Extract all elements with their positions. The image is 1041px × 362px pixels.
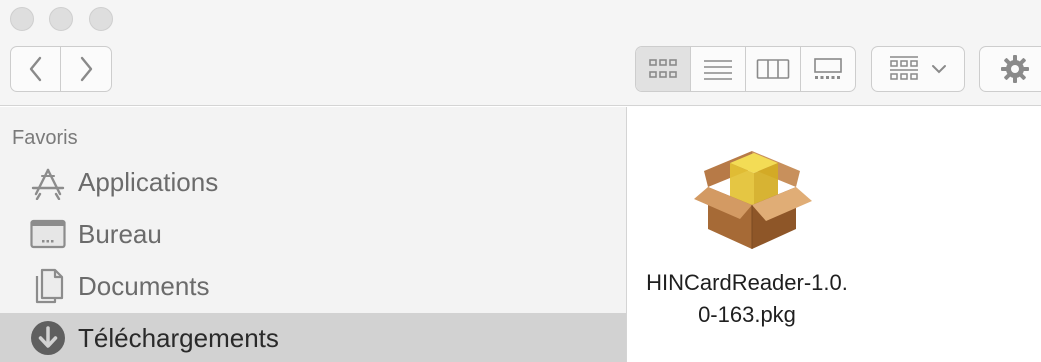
view-mode-selector bbox=[635, 46, 856, 92]
sidebar-item-documents[interactable]: Documents bbox=[0, 261, 626, 311]
sidebar: Favoris Applications Bureau Documents Té… bbox=[0, 107, 627, 362]
zoom-window-button[interactable] bbox=[89, 7, 113, 31]
chevron-left-icon bbox=[29, 56, 41, 82]
forward-button[interactable] bbox=[60, 46, 112, 92]
sidebar-item-bureau[interactable]: Bureau bbox=[0, 209, 626, 259]
downloads-icon bbox=[28, 318, 68, 358]
icon-view-icon bbox=[649, 59, 677, 78]
column-view-icon bbox=[756, 59, 790, 79]
action-menu-button[interactable] bbox=[979, 46, 1041, 92]
icon-view-button[interactable] bbox=[636, 47, 691, 91]
file-name: HINCardReader-1.0.0-163.pkg bbox=[646, 270, 848, 327]
close-window-button[interactable] bbox=[10, 7, 34, 31]
minimize-window-button[interactable] bbox=[49, 7, 73, 31]
applications-icon bbox=[28, 162, 68, 202]
group-by-button[interactable] bbox=[871, 46, 965, 92]
sidebar-heading-favorites: Favoris bbox=[12, 127, 78, 149]
back-button[interactable] bbox=[10, 46, 61, 92]
package-icon bbox=[694, 151, 812, 249]
list-view-icon bbox=[704, 60, 732, 80]
list-view-button[interactable] bbox=[691, 47, 746, 91]
gear-icon bbox=[1001, 55, 1029, 83]
chevron-down-icon bbox=[932, 65, 946, 74]
chevron-right-icon bbox=[80, 56, 93, 82]
gallery-view-button[interactable] bbox=[801, 47, 855, 91]
desktop-icon bbox=[28, 214, 68, 254]
sidebar-item-telechargements[interactable]: Téléchargements bbox=[0, 313, 626, 362]
file-browser-content: HINCardReader-1.0.0-163.pkg bbox=[628, 107, 1041, 362]
documents-icon bbox=[28, 266, 68, 306]
sidebar-item-applications[interactable]: Applications bbox=[0, 157, 626, 207]
finder-toolbar bbox=[0, 0, 1041, 106]
gallery-view-icon bbox=[814, 58, 842, 79]
column-view-button[interactable] bbox=[746, 47, 801, 91]
group-by-icon bbox=[890, 56, 918, 80]
